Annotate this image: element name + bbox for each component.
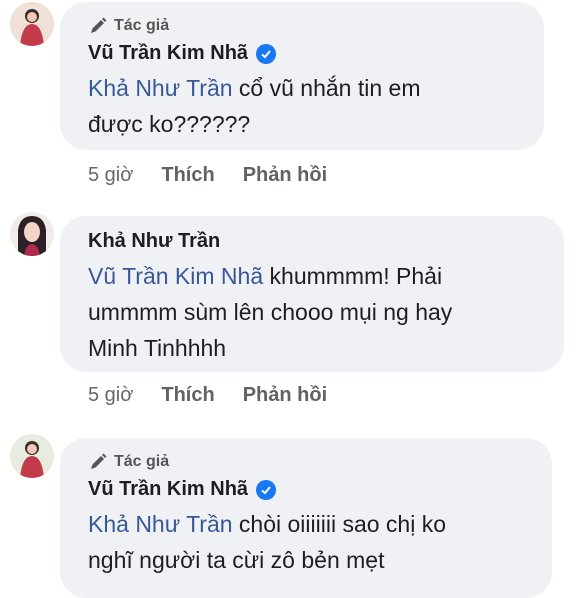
author-name[interactable]: Vũ Trần Kim Nhã — [88, 478, 248, 501]
comment-text-1: Khả Như Trần cổ vũ nhắn tin em được ko??… — [88, 75, 421, 137]
comment-text-2: Vũ Trần Kim Nhã khummmm! Phải ummmm sùm … — [88, 263, 453, 361]
comment-author-2[interactable]: Khả Như Trần — [88, 230, 220, 253]
comment-author-3[interactable]: Vũ Trần Kim Nhã — [88, 478, 277, 501]
verified-check-icon — [256, 43, 277, 64]
mention-link[interactable]: Vũ Trần Kim Nhã — [88, 263, 263, 289]
avatar-kim-nha-1[interactable] — [10, 2, 54, 46]
comment-actions-1: 5 giờ Thích Phản hồi — [88, 164, 327, 187]
author-badge-1: Tác giả — [88, 16, 169, 36]
verified-check-icon — [256, 479, 277, 500]
author-name[interactable]: Khả Như Trần — [88, 230, 220, 253]
avatar-kha-nhu-tran[interactable] — [10, 212, 54, 256]
pencil-icon — [91, 17, 107, 33]
comment-timestamp[interactable]: 5 giờ — [88, 164, 133, 187]
author-name[interactable]: Vũ Trần Kim Nhã — [88, 42, 248, 65]
pencil-icon — [91, 453, 107, 469]
avatar-kim-nha-2[interactable] — [10, 434, 54, 478]
comment-author-1[interactable]: Vũ Trần Kim Nhã — [88, 42, 277, 65]
comment-actions-2: 5 giờ Thích Phản hồi — [88, 384, 327, 407]
comment-text-3: Khả Như Trần chòi oiiiiiii sao chị ko ng… — [88, 511, 447, 573]
author-badge-3: Tác giả — [88, 452, 169, 472]
reply-button[interactable]: Phản hồi — [243, 384, 327, 407]
author-badge-label: Tác giả — [114, 17, 170, 34]
mention-link[interactable]: Khả Như Trần — [88, 511, 233, 537]
like-button[interactable]: Thích — [161, 384, 214, 407]
reply-button[interactable]: Phản hồi — [243, 164, 327, 187]
mention-link[interactable]: Khả Như Trần — [88, 75, 233, 101]
comment-timestamp[interactable]: 5 giờ — [88, 384, 133, 407]
like-button[interactable]: Thích — [161, 164, 214, 187]
author-badge-label: Tác giả — [114, 453, 170, 470]
